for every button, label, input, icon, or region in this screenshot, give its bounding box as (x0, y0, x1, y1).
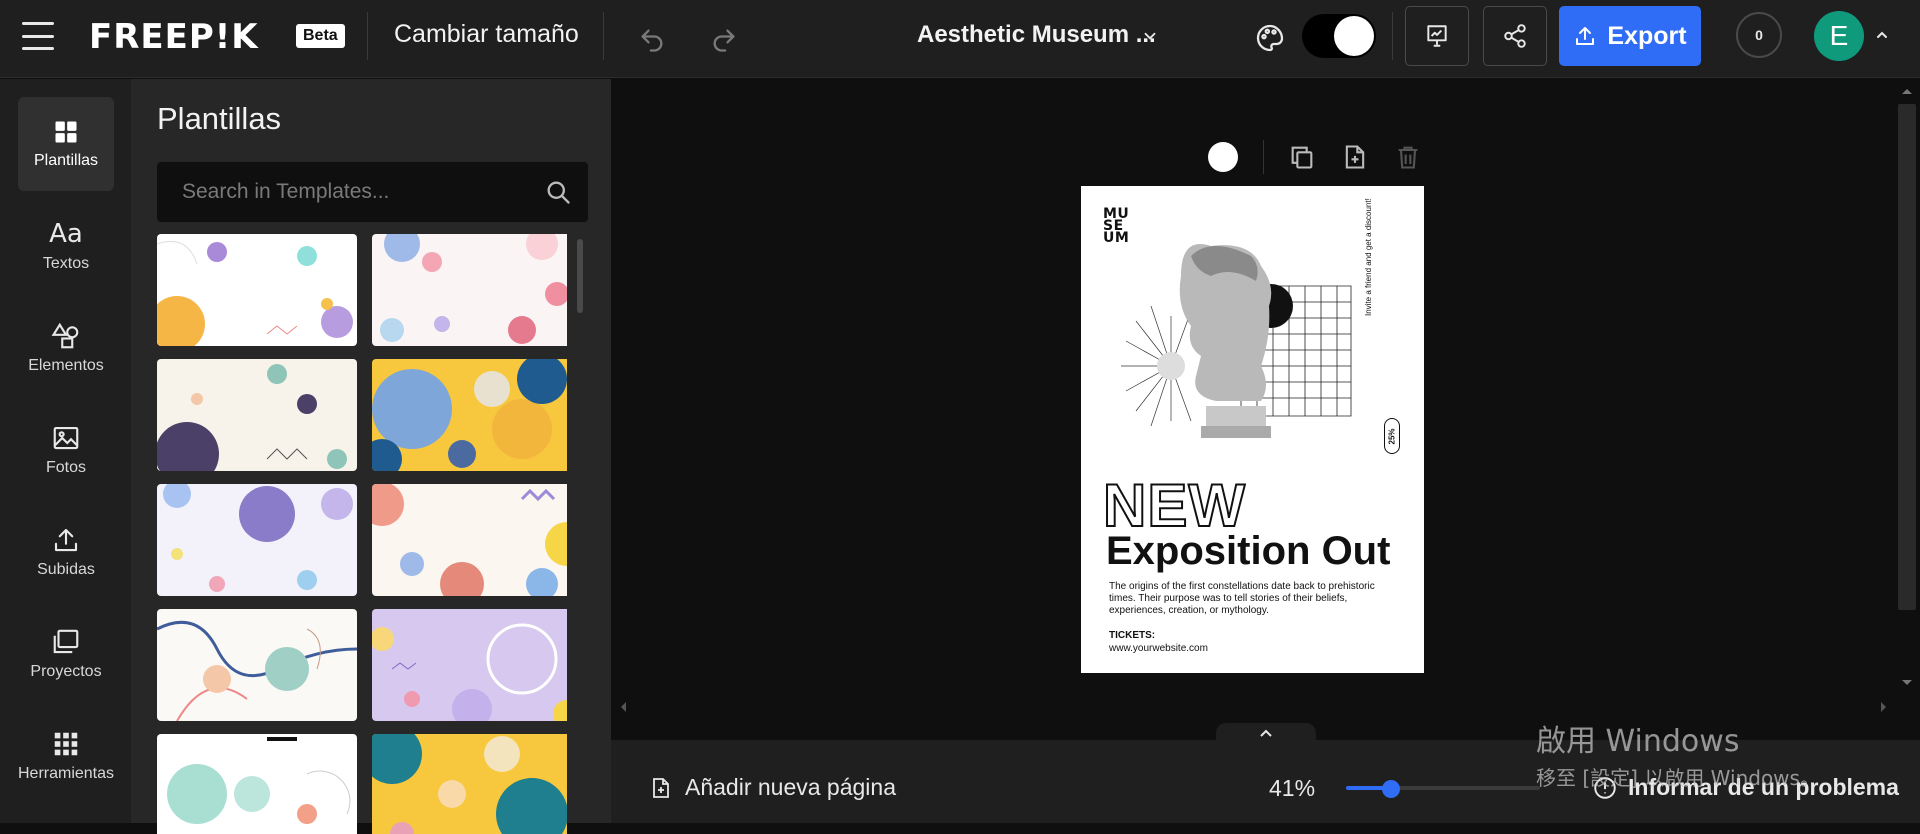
page-toolbar (1208, 137, 1418, 177)
chevron-up-icon (1260, 729, 1272, 737)
scroll-down-icon[interactable] (1900, 678, 1914, 688)
template-thumbnail[interactable] (157, 734, 357, 834)
template-thumbnail[interactable] (372, 359, 567, 471)
tickets-label: TICKETS: (1109, 630, 1156, 641)
upload-icon (54, 528, 78, 552)
sidebar-item-label: Proyectos (30, 663, 102, 680)
sidebar-item-texts[interactable]: Aa Textos (18, 199, 114, 293)
scroll-left-icon[interactable] (618, 700, 628, 714)
panel-title: Plantillas (157, 101, 282, 136)
duplicate-icon[interactable] (1288, 143, 1316, 171)
badge-label: 25% (1387, 427, 1397, 445)
website: www.yourwebsite.com (1109, 643, 1208, 654)
sidebar-item-templates[interactable]: Plantillas (18, 97, 114, 191)
template-thumbnail[interactable] (372, 484, 567, 596)
page-color-swatch[interactable] (1208, 142, 1238, 172)
poster-page[interactable]: MU SE UM Invite a friend and get a disco… (1081, 186, 1424, 673)
tools-icon (54, 732, 78, 756)
avatar[interactable]: E (1814, 11, 1864, 61)
discount-badge: 25% (1384, 418, 1400, 454)
zoom-value: 41% (1269, 775, 1316, 801)
template-search (157, 162, 588, 222)
template-thumbnail[interactable] (372, 234, 567, 346)
template-thumbnail[interactable] (157, 359, 357, 471)
theme-toggle[interactable] (1302, 14, 1376, 58)
elements-icon (51, 322, 79, 349)
palette-icon[interactable] (1250, 18, 1290, 58)
sidebar-item-elements[interactable]: Elementos (18, 301, 114, 395)
zoom-slider[interactable] (1346, 780, 1540, 798)
canvas-vertical-scrollbar[interactable] (1898, 104, 1916, 610)
chevron-up-icon[interactable] (1872, 25, 1892, 45)
headline: Exposition Out (1106, 529, 1391, 573)
sidebar-item-label: Plantillas (33, 152, 99, 169)
info-icon (1594, 776, 1616, 799)
projects-icon (53, 629, 79, 654)
chevron-down-icon[interactable] (1138, 24, 1162, 48)
menu-icon[interactable] (22, 22, 54, 50)
upload-icon (1576, 27, 1595, 45)
report-label: Informar de un problema (1628, 774, 1899, 800)
left-nav: Plantillas Aa Textos Elementos Fotos Sub… (0, 79, 131, 823)
redo-icon[interactable] (704, 20, 744, 60)
templates-icon (55, 121, 77, 143)
sidebar-item-tools[interactable]: Herramientas (18, 709, 114, 803)
credits-counter[interactable]: 0 (1736, 12, 1782, 58)
zoom-knob[interactable] (1381, 780, 1400, 798)
sidebar-item-projects[interactable]: Proyectos (18, 607, 114, 701)
divider (603, 12, 604, 60)
template-grid (157, 234, 567, 834)
sidebar-item-label: Fotos (45, 459, 86, 476)
export-button[interactable]: Export (1559, 6, 1701, 66)
share-icon (1504, 24, 1526, 48)
search-input[interactable] (157, 162, 537, 222)
sidebar-item-label: Herramientas (17, 765, 115, 782)
search-icon[interactable] (544, 178, 572, 206)
template-thumbnail[interactable] (372, 734, 567, 834)
statue-illustration (1121, 244, 1352, 438)
sidebar-item-label: Subidas (37, 561, 95, 578)
presentation-icon (1427, 25, 1447, 47)
document-title[interactable]: Aesthetic Museum ... (917, 21, 1156, 49)
divider (367, 12, 368, 60)
template-thumbnail[interactable] (157, 484, 357, 596)
top-bar: FREEP!K Beta Cambiar tamaño Aesthetic Mu… (0, 0, 1920, 78)
add-page-icon[interactable] (1341, 143, 1369, 171)
description: The origins of the first constellations … (1109, 581, 1375, 616)
sidebar-item-label: Textos (42, 255, 90, 272)
scroll-right-icon[interactable] (1879, 700, 1889, 714)
scroll-up-icon[interactable] (1900, 86, 1914, 96)
sidebar-item-uploads[interactable]: Subidas (18, 505, 114, 599)
export-label: Export (1607, 21, 1687, 50)
trash-icon[interactable] (1394, 143, 1422, 171)
toggle-knob (1334, 16, 1374, 56)
new-heading: NEW (1102, 472, 1246, 539)
present-button[interactable] (1405, 6, 1469, 66)
beta-badge: Beta (296, 24, 345, 48)
templates-panel: Plantillas (131, 79, 611, 834)
text-icon: Aa (49, 219, 83, 249)
resize-button[interactable]: Cambiar tamaño (394, 20, 579, 49)
report-problem-button[interactable]: Informar de un problema (1592, 774, 1899, 801)
add-page-icon (653, 777, 669, 798)
panel-scrollbar[interactable] (577, 239, 583, 313)
template-thumbnail[interactable] (372, 609, 567, 721)
add-page-label: Añadir nueva página (685, 774, 896, 800)
expand-pages-button[interactable] (1216, 723, 1316, 743)
sidebar-item-photos[interactable]: Fotos (18, 403, 114, 497)
template-thumbnail[interactable] (157, 609, 357, 721)
divider (1263, 140, 1264, 174)
share-button[interactable] (1483, 6, 1547, 66)
freepik-logo[interactable]: FREEP!K (89, 17, 259, 57)
template-thumbnail[interactable] (157, 234, 357, 346)
photos-icon (53, 426, 79, 450)
add-page-button[interactable]: Añadir nueva página (649, 774, 896, 801)
divider (1392, 12, 1393, 60)
sidebar-item-label: Elementos (28, 357, 104, 374)
undo-icon[interactable] (632, 20, 672, 60)
discount-text: Invite a friend and get a discount! (1364, 198, 1373, 316)
